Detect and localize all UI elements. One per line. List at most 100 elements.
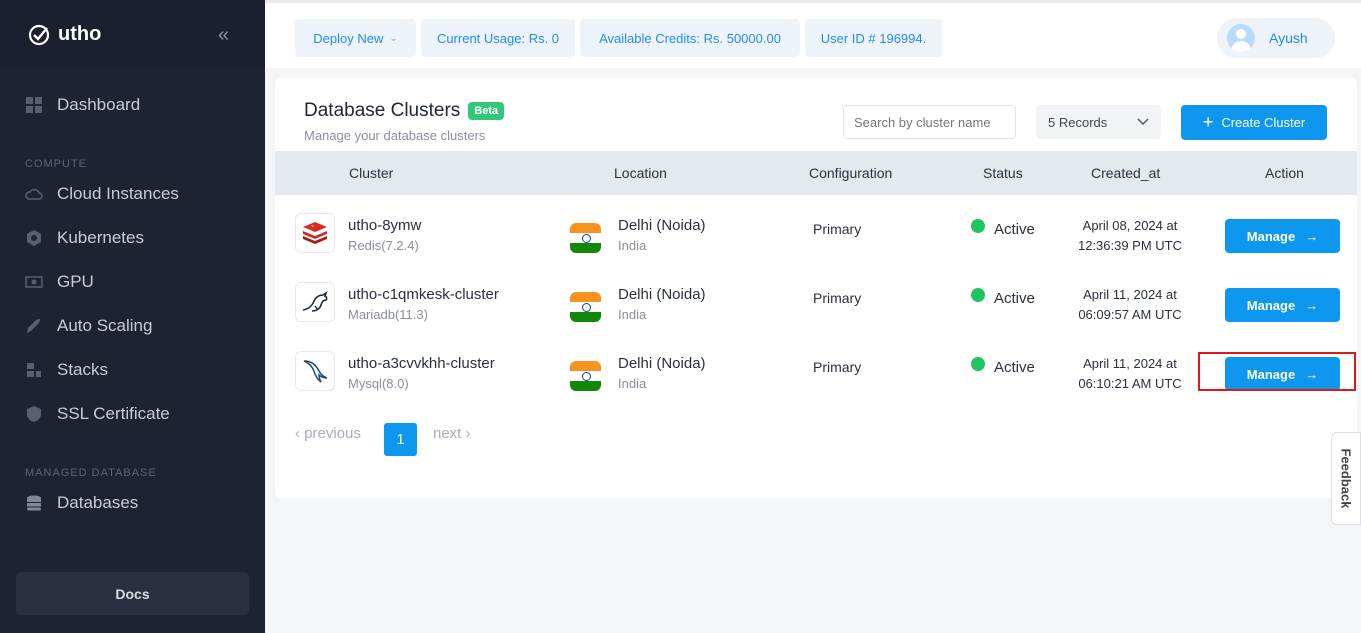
column-header: Location [614,165,667,181]
column-header: Action [1265,165,1304,181]
sidebar-item-stacks[interactable]: Stacks [25,360,108,380]
created-at: April 11, 2024 at 06:09:57 AM UTC [1070,285,1190,325]
available-credits: Available Credits: Rs. 50000.00 [580,19,800,57]
redis-icon [295,213,335,253]
deploy-new-dropdown[interactable]: Deploy New ⌄ [295,19,416,57]
sidebar-item-label: Databases [57,493,139,512]
search-input[interactable] [843,105,1016,139]
column-header: Created_at [1091,165,1161,181]
created-date: April 11, 2024 at [1083,356,1177,371]
stacks-icon [27,363,41,377]
user-menu[interactable]: Ayush [1217,18,1335,58]
database-icon [27,495,41,511]
sidebar-item-label: Dashboard [57,95,141,114]
cluster-name[interactable]: utho-a3cvvkhh-cluster [348,355,495,372]
mysql-icon [295,351,335,391]
previous-page-link[interactable]: ‹ previous [295,425,361,442]
cluster-name[interactable]: utho-8ymw [348,217,421,234]
column-header: Cluster [349,165,394,181]
records-select[interactable]: 5 Records [1036,105,1161,139]
manage-button[interactable]: Manage → [1225,288,1340,322]
table-header: Cluster Location Configuration Status Cr… [275,151,1357,195]
sidebar-item-databases[interactable]: Databases [25,493,138,513]
gpu-icon [25,276,43,288]
feedback-tab[interactable]: Feedback [1331,432,1361,525]
sidebar-item-ssl-certificate[interactable]: SSL Certificate [25,404,170,424]
sidebar-item-label: Stacks [57,360,109,379]
sidebar-item-gpu[interactable]: GPU [25,272,94,292]
sidebar-item-kubernetes[interactable]: Kubernetes [25,228,144,248]
status-dot-icon [971,288,985,302]
location-city: Delhi (Noida) [618,286,706,303]
section-compute: COMPUTE [25,158,87,170]
page-title: Database Clusters Beta [304,100,505,122]
database-clusters-card: Database Clusters Beta Manage your datab… [275,78,1357,498]
brand-name: utho [58,22,102,45]
status-dot-icon [971,219,985,233]
utho-logo-icon [28,24,50,46]
next-page-link[interactable]: next › [433,425,471,442]
mariadb-icon [295,282,335,322]
current-usage: Current Usage: Rs. 0 [421,19,575,57]
created-date: April 11, 2024 at [1083,287,1177,302]
manage-button[interactable]: Manage → [1225,219,1340,253]
docs-button[interactable]: Docs [16,572,249,615]
created-time: 06:10:21 AM UTC [1078,376,1182,391]
beta-badge: Beta [468,102,505,120]
deploy-new-label: Deploy New [313,30,384,46]
arrow-right-icon: → [1305,228,1319,244]
table-row: utho-c1qmkesk-cluster Mariadb(11.3) Delh… [275,271,1357,340]
chevron-down-icon: ⌄ [389,32,398,44]
page-number-button[interactable]: 1 [384,423,417,456]
status-dot-icon [971,357,985,371]
location-country: India [618,376,647,391]
sidebar-item-cloud-instances[interactable]: Cloud Instances [25,184,179,204]
brand-logo[interactable]: utho [28,22,101,46]
collapse-sidebar-icon[interactable]: « [218,24,229,47]
top-bar: Deploy New ⌄ Current Usage: Rs. 0 Availa… [265,0,1361,68]
highlight-box [1198,352,1356,391]
status-text: Active [994,359,1035,376]
column-header: Status [983,165,1023,181]
sidebar-item-label: Cloud Instances [57,184,179,203]
location-city: Delhi (Noida) [618,217,706,234]
table-row: utho-8ymw Redis(7.2.4) Delhi (Noida) Ind… [275,202,1357,271]
records-value: 5 Records [1048,114,1108,130]
created-at: April 08, 2024 at 12:36:39 PM UTC [1070,216,1190,256]
sidebar-item-dashboard[interactable]: Dashboard [25,95,140,115]
arrow-right-icon: → [1305,297,1319,313]
cluster-engine: Mysql(8.0) [348,376,409,391]
india-flag-icon [570,361,601,391]
cluster-engine: Mariadb(11.3) [348,307,428,322]
plus-icon: + [1202,112,1214,132]
chevron-down-icon [1137,118,1149,126]
cluster-name[interactable]: utho-c1qmkesk-cluster [348,286,499,303]
feedback-label: Feedback [1338,448,1354,509]
column-header: Configuration [809,165,893,181]
status-text: Active [994,290,1035,307]
sidebar-item-label: Kubernetes [57,228,144,247]
created-at: April 11, 2024 at 06:10:21 AM UTC [1070,354,1190,394]
avatar [1227,24,1255,52]
create-cluster-button[interactable]: + Create Cluster [1181,105,1327,140]
sidebar-item-label: GPU [57,272,94,291]
table-row: utho-a3cvvkhh-cluster Mysql(8.0) Delhi (… [275,340,1357,409]
dashboard-icon [26,97,42,113]
location-city: Delhi (Noida) [618,355,706,372]
status-text: Active [994,221,1035,238]
user-id: User ID # 196994. [805,19,942,57]
create-cluster-label: Create Cluster [1221,115,1306,130]
shield-icon [27,406,41,422]
location-country: India [618,238,647,253]
india-flag-icon [570,223,601,253]
location-country: India [618,307,647,322]
manage-label: Manage [1246,297,1296,313]
manage-label: Manage [1246,228,1296,244]
configuration: Primary [813,221,862,237]
india-flag-icon [570,292,601,322]
section-managed-database: MANAGED DATABASE [25,467,157,479]
sidebar-item-auto-scaling[interactable]: Auto Scaling [25,316,152,336]
configuration: Primary [813,359,862,375]
cluster-engine: Redis(7.2.4) [348,238,419,253]
created-time: 06:09:57 AM UTC [1078,307,1182,322]
